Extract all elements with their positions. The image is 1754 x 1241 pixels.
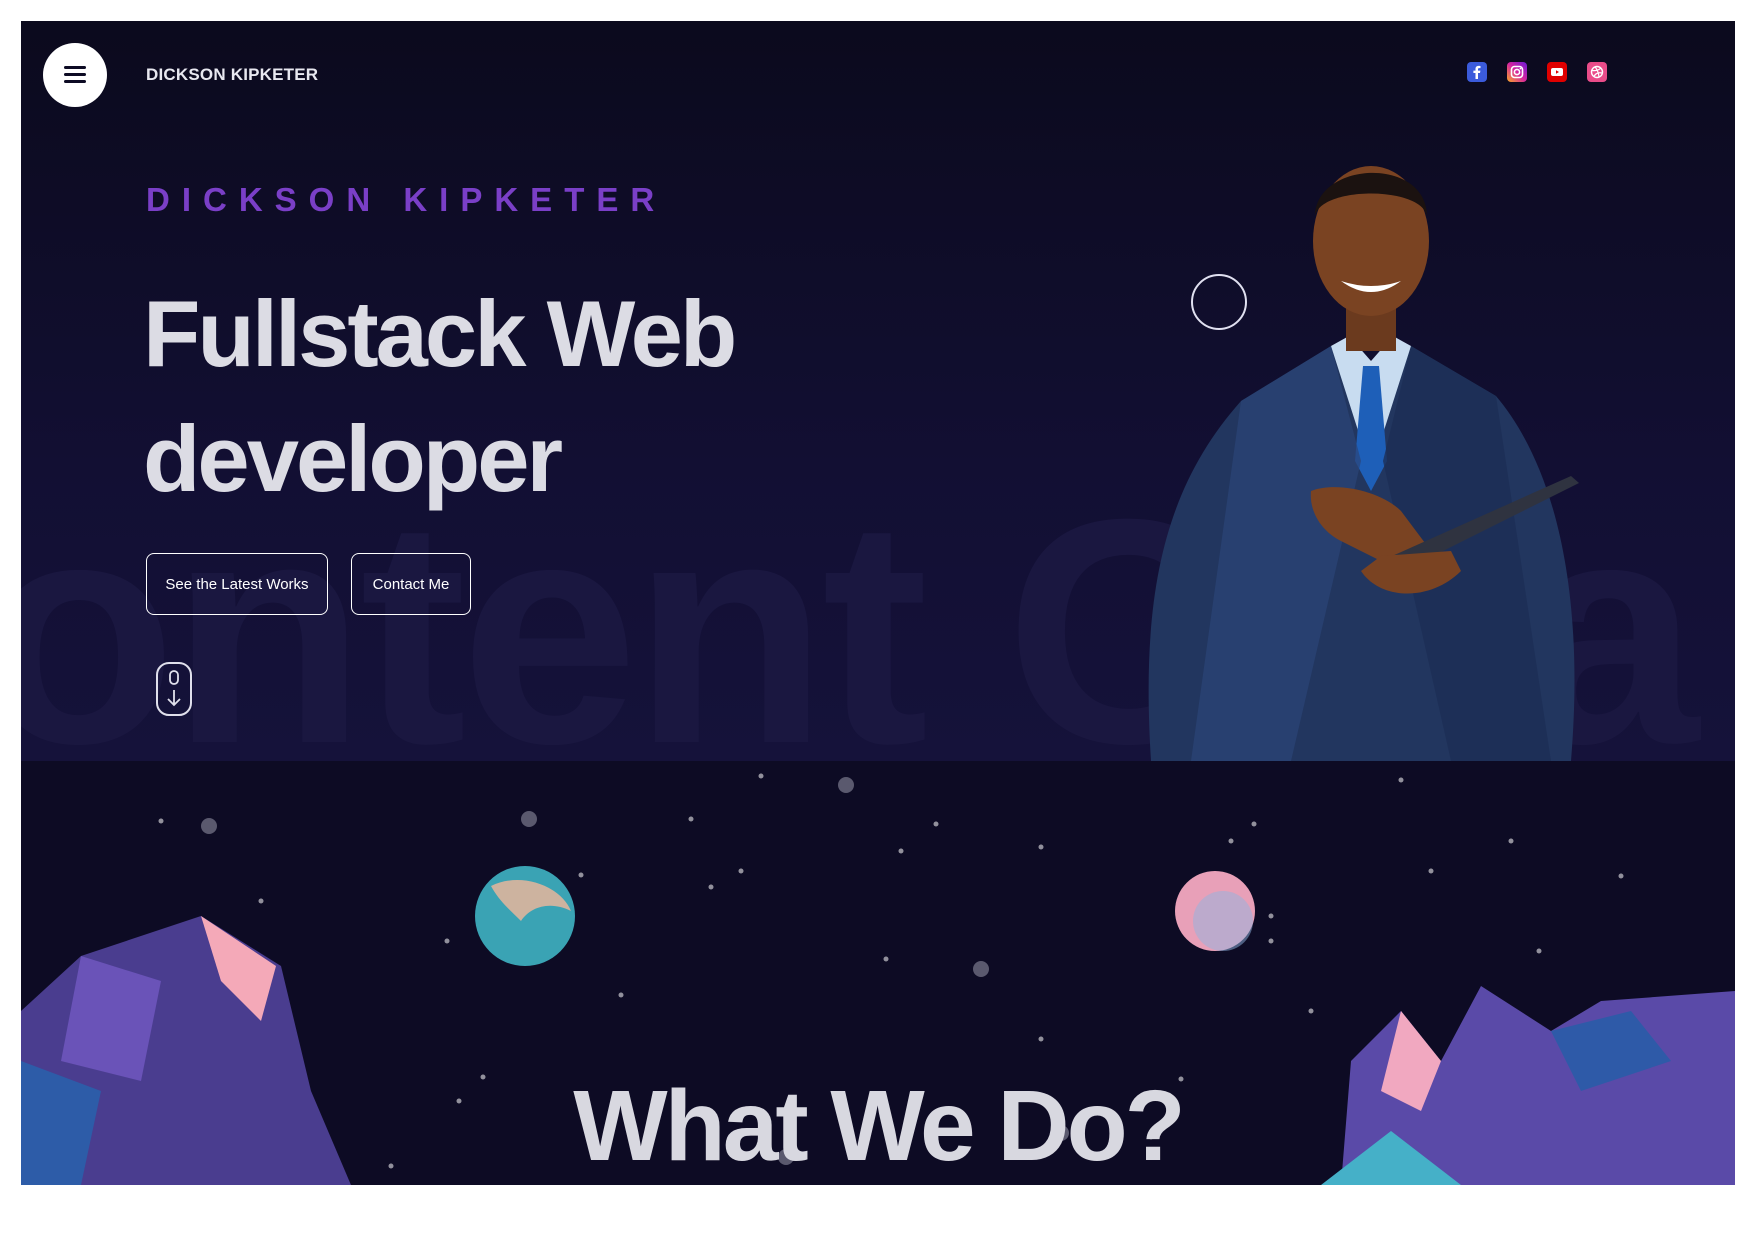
hero-eyebrow: DICKSON KIPKETER: [146, 181, 667, 218]
page-frame: ontent Crea DICKSON KIPKETER DICKSON KIP…: [21, 21, 1735, 1185]
hero-headline: Fullstack Web developer: [143, 271, 737, 521]
dribbble-icon[interactable]: [1587, 62, 1607, 82]
mouse-scroll-icon[interactable]: [154, 661, 194, 722]
instagram-icon[interactable]: [1507, 62, 1527, 82]
section-title: What We Do?: [573, 1070, 1186, 1182]
headline-line-2: developer: [143, 406, 563, 511]
menu-button[interactable]: [43, 43, 107, 107]
hero-section: ontent Crea DICKSON KIPKETER DICKSON KIP…: [21, 21, 1735, 791]
headline-line-1: Fullstack Web: [143, 281, 737, 386]
site-brand[interactable]: DICKSON KIPKETER: [146, 65, 318, 85]
facebook-icon[interactable]: [1467, 62, 1487, 82]
contact-me-button[interactable]: Contact Me: [351, 553, 471, 615]
social-links: [1467, 62, 1607, 82]
hamburger-icon: [64, 66, 86, 84]
hero-portrait: [1131, 131, 1611, 766]
see-latest-works-button[interactable]: See the Latest Works: [146, 553, 328, 615]
youtube-icon[interactable]: [1547, 62, 1567, 82]
